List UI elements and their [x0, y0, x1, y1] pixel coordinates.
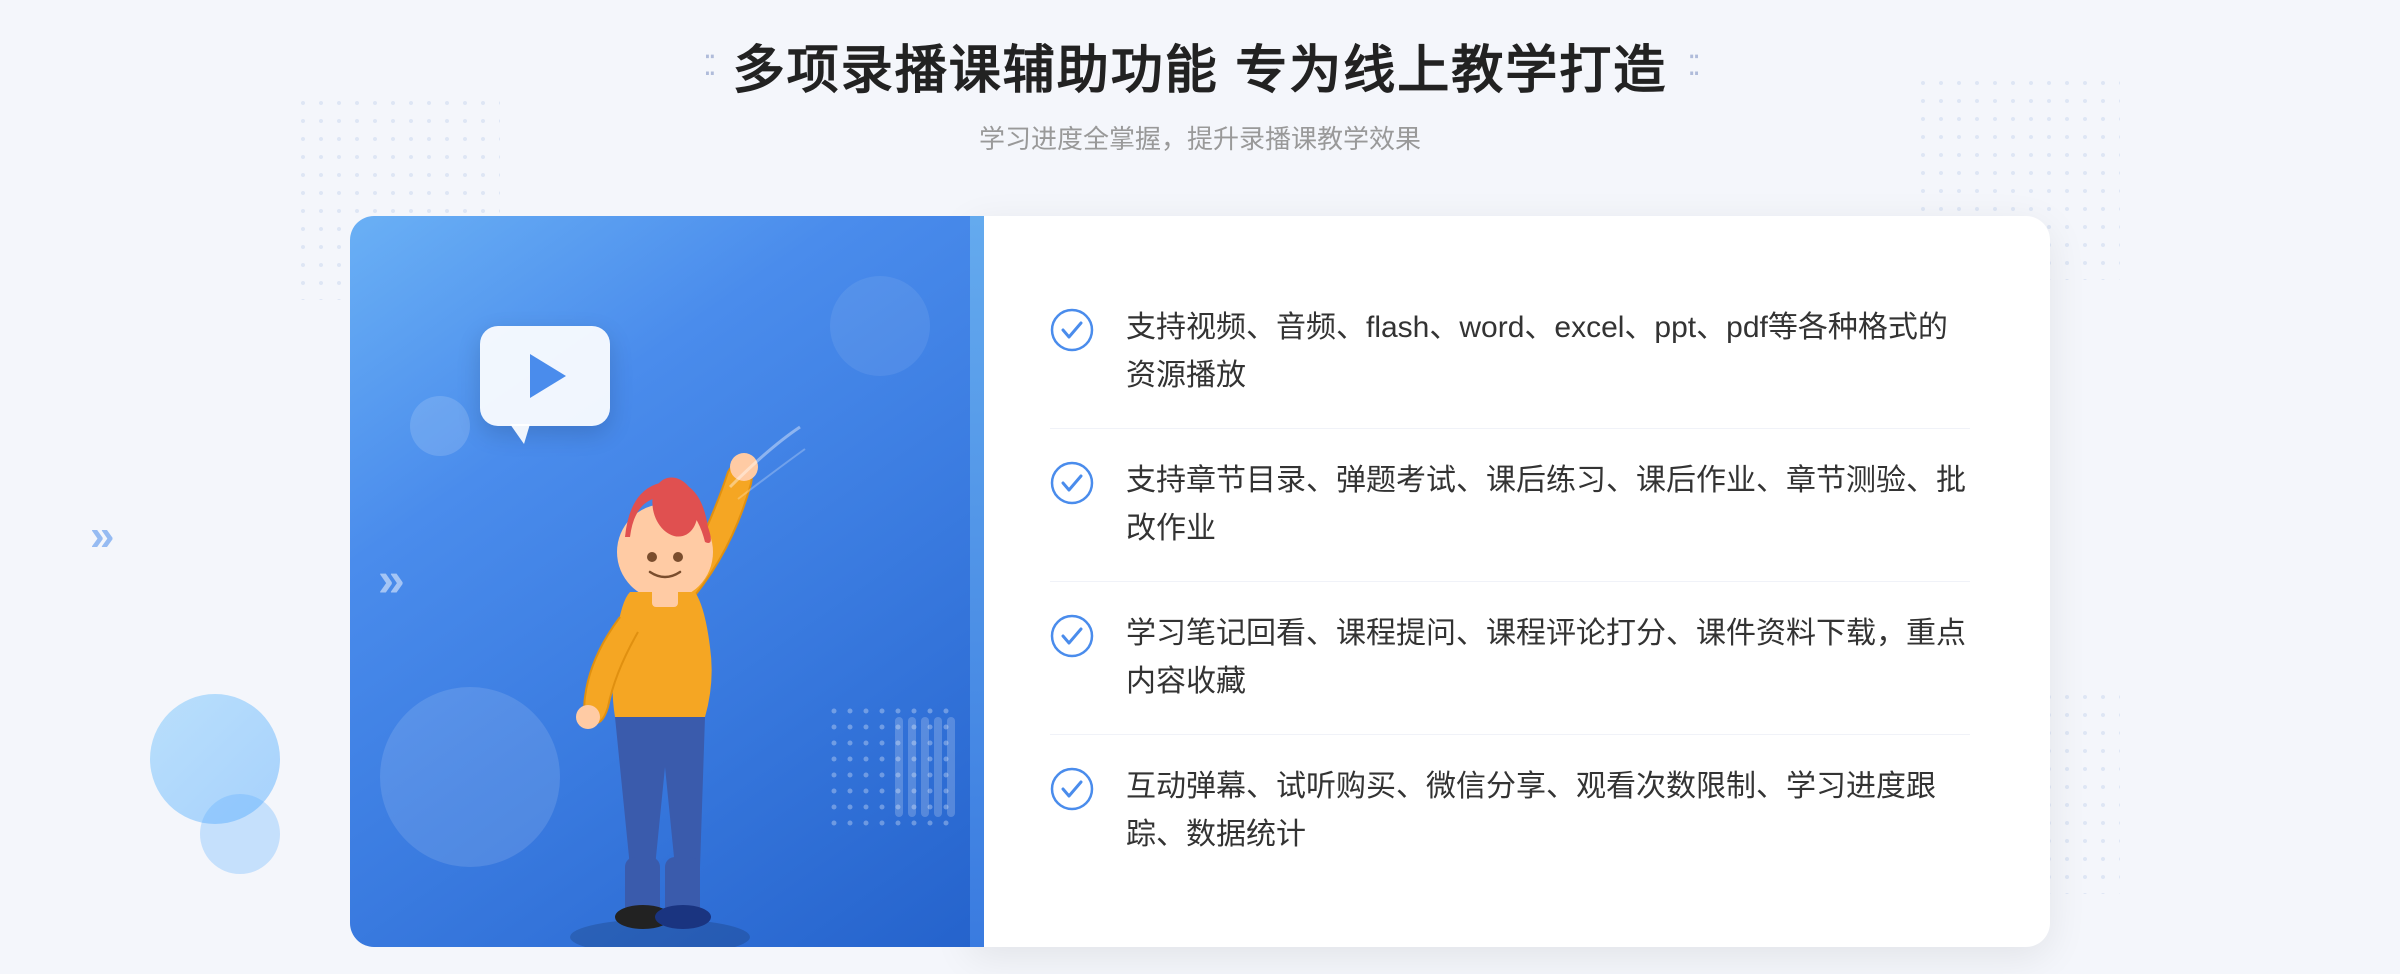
- page-wrapper: » ⁚⁚ 多项录播课辅助功能 专为线上教学打造 ⁚⁚ 学习进度全掌握，提升录播课…: [0, 0, 2400, 974]
- vertical-accent: [970, 216, 984, 947]
- sub-title: 学习进度全掌握，提升录播课教学效果: [703, 119, 1697, 156]
- feature-text-2: 支持章节目录、弹题考试、课后练习、课后作业、章节测验、批改作业: [1126, 457, 1970, 553]
- header-section: ⁚⁚ 多项录播课辅助功能 专为线上教学打造 ⁚⁚ 学习进度全掌握，提升录播课教学…: [703, 28, 1697, 156]
- content-area: » 支持视频、音频、flash、word、excel、ppt、pdf等各种格式的…: [350, 216, 2050, 947]
- illus-circle-3: [410, 396, 470, 456]
- character-figure: [490, 407, 830, 947]
- feature-text-4: 互动弹幕、试听购买、微信分享、观看次数限制、学习进度跟踪、数据统计: [1126, 763, 1970, 859]
- check-icon-2: [1050, 461, 1094, 505]
- content-panel: 支持视频、音频、flash、word、excel、ppt、pdf等各种格式的资源…: [970, 216, 2050, 947]
- header-deco-right: ⁚⁚: [1687, 49, 1697, 82]
- feature-item-1: 支持视频、音频、flash、word、excel、ppt、pdf等各种格式的资源…: [1050, 276, 1970, 429]
- check-icon-4: [1050, 767, 1094, 811]
- main-title: 多项录播课辅助功能 专为线上教学打造: [733, 28, 1667, 103]
- header-deco-left: ⁚⁚: [703, 49, 713, 82]
- feature-item-3: 学习笔记回看、课程提问、课程评论打分、课件资料下载，重点内容收藏: [1050, 582, 1970, 735]
- feature-item-4: 互动弹幕、试听购买、微信分享、观看次数限制、学习进度跟踪、数据统计: [1050, 735, 1970, 887]
- feature-text-1: 支持视频、音频、flash、word、excel、ppt、pdf等各种格式的资源…: [1126, 304, 1970, 400]
- illustration-card: »: [350, 216, 970, 947]
- play-icon: [530, 354, 566, 398]
- header-decorators: ⁚⁚ 多项录播课辅助功能 专为线上教学打造 ⁚⁚: [703, 28, 1697, 103]
- blue-circle-deco-small: [200, 794, 280, 874]
- deco-chevrons-left: »: [90, 511, 114, 561]
- illus-chevrons: »: [378, 557, 405, 605]
- feature-item-2: 支持章节目录、弹题考试、课后练习、课后作业、章节测验、批改作业: [1050, 429, 1970, 582]
- illus-circle-2: [830, 276, 930, 376]
- check-icon-1: [1050, 308, 1094, 352]
- striped-deco: [895, 717, 955, 817]
- feature-text-3: 学习笔记回看、课程提问、课程评论打分、课件资料下载，重点内容收藏: [1126, 610, 1970, 706]
- check-icon-3: [1050, 614, 1094, 658]
